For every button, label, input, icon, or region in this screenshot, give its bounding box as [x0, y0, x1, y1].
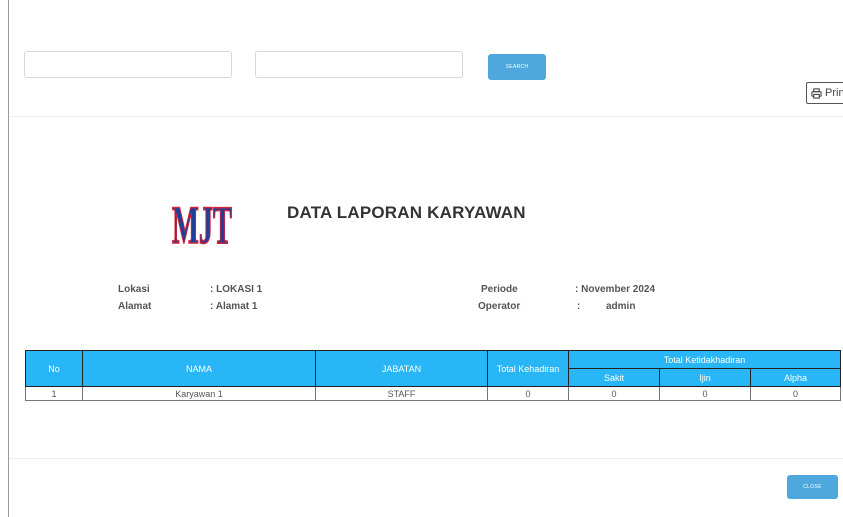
periode-value: : November 2024	[575, 284, 656, 295]
logo-text: MJT	[172, 195, 232, 251]
divider	[10, 116, 843, 117]
col-header-sakit: Sakit	[568, 368, 660, 387]
print-label: Print	[825, 87, 843, 99]
search-button[interactable]: SEARCH	[488, 54, 546, 80]
lokasi-value: : LOKASI 1	[210, 284, 263, 295]
cell-jabatan: STAFF	[315, 386, 488, 401]
company-logo: MJT	[171, 194, 233, 251]
col-header-no: No	[25, 350, 83, 387]
report-table: No NAMA JABATAN Total Kehadiran Total Ke…	[25, 350, 842, 401]
printer-icon	[811, 87, 822, 99]
report-title: DATA LAPORAN KARYAWAN	[287, 203, 526, 222]
col-header-total-ketidakhadiran: Total Ketidakhadiran	[567, 350, 842, 369]
alamat-label: Alamat	[118, 301, 152, 312]
footer-divider	[10, 458, 843, 459]
col-header-ijin: Ijin	[659, 368, 751, 387]
operator-label: Operator	[478, 301, 521, 312]
col-header-jabatan: JABATAN	[315, 350, 488, 387]
cell-nama: Karyawan 1	[82, 386, 316, 401]
col-header-nama: NAMA	[82, 350, 316, 387]
operator-value: admin	[606, 301, 636, 312]
col-header-total-kehadiran: Total Kehadiran	[487, 350, 569, 387]
table-row: 1 Karyawan 1 STAFF 0 0 0 0	[25, 386, 842, 401]
cell-alpha: 0	[749, 386, 842, 401]
alamat-value: : Alamat 1	[210, 301, 258, 312]
operator-separator: :	[577, 301, 581, 312]
cell-no: 1	[25, 386, 83, 401]
filter-input-2[interactable]	[255, 51, 463, 78]
cell-kehadiran: 0	[487, 386, 569, 401]
print-button[interactable]: Print	[806, 82, 843, 104]
filter-input-1[interactable]	[24, 51, 232, 78]
lokasi-label: Lokasi	[118, 284, 150, 295]
left-border	[8, 0, 9, 517]
cell-sakit: 0	[568, 386, 660, 401]
col-header-alpha: Alpha	[749, 368, 842, 387]
periode-label: Periode	[481, 284, 518, 295]
cell-ijin: 0	[659, 386, 751, 401]
close-button[interactable]: CLOSE	[787, 475, 838, 499]
